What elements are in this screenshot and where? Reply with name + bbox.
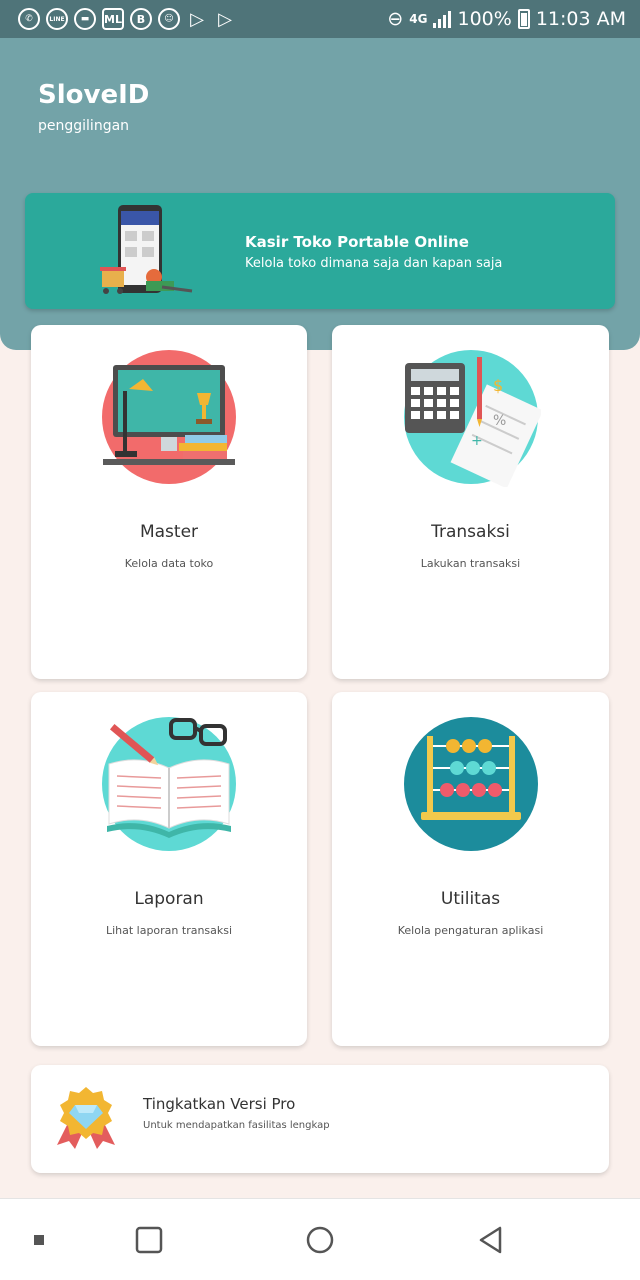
recents-icon[interactable] (134, 1225, 164, 1255)
book-report-icon (102, 717, 236, 851)
app-title: SloveID (38, 80, 150, 110)
promo-subtitle: Kelola toko dimana saja dan kapan saja (245, 256, 503, 271)
battery-icon (517, 9, 530, 29)
menu-card-laporan[interactable]: Laporan Lihat laporan transaksi (31, 692, 307, 1046)
menu-card-utilitas[interactable]: Utilitas Kelola pengaturan aplikasi (332, 692, 609, 1046)
card-description: Kelola pengaturan aplikasi (397, 924, 544, 937)
home-icon[interactable] (305, 1225, 335, 1255)
messages-icon: ▬ (74, 8, 96, 30)
clock: 11:03 AM (535, 8, 626, 30)
runner-icon: ☺ (158, 8, 180, 30)
promo-banner[interactable]: Kasir Toko Portable Online Kelola toko d… (25, 193, 615, 309)
pro-title: Tingkatkan Versi Pro (143, 1095, 296, 1113)
card-title: Master (139, 522, 199, 542)
navigation-bar (0, 1198, 640, 1280)
play-store-icon: ▷ (190, 8, 204, 30)
upgrade-pro-card[interactable]: Tingkatkan Versi Pro Untuk mendapatkan f… (31, 1065, 609, 1173)
battery-percent: 100% (457, 8, 512, 30)
dnd-icon: ⊖ (387, 8, 404, 30)
diamond-badge-icon (57, 1087, 115, 1149)
phone-shop-icon (100, 205, 193, 294)
card-description: Lihat laporan transaksi (105, 924, 233, 937)
menu-dot-icon[interactable] (24, 1225, 54, 1255)
network-type: 4G (409, 12, 428, 26)
whatsapp-icon: ✆ (18, 8, 40, 30)
pro-subtitle: Untuk mendapatkan fasilitas lengkap (143, 1120, 330, 1131)
signal-icon (433, 10, 452, 28)
card-description: Kelola data toko (124, 557, 214, 570)
card-title: Transaksi (431, 522, 510, 542)
svg-text:%: % (493, 413, 506, 429)
card-title: Laporan (134, 889, 204, 909)
card-title: Utilitas (440, 889, 501, 909)
line-icon: LINE (46, 8, 68, 30)
notification-icons: ✆ LINE ▬ ML B ☺ ▷ ▷ (18, 8, 236, 30)
store-name: penggilingan (38, 118, 130, 134)
svg-text:+: + (471, 433, 483, 449)
calculator-icon: $ % + (403, 350, 541, 487)
desk-computer-icon (102, 350, 236, 484)
system-status: ⊖ 4G 100% 11:03 AM (387, 8, 626, 30)
abacus-icon (403, 717, 538, 851)
back-icon[interactable] (476, 1225, 506, 1255)
status-bar: ✆ LINE ▬ ML B ☺ ▷ ▷ ⊖ 4G 100% 11:03 AM (0, 0, 640, 38)
ml-icon: ML (102, 8, 124, 30)
promo-title: Kasir Toko Portable Online (245, 233, 469, 251)
b-icon: B (130, 8, 152, 30)
menu-card-transaksi[interactable]: $ % + Transaksi Lakukan transaksi (332, 325, 609, 679)
card-description: Lakukan transaksi (420, 557, 521, 570)
menu-card-master[interactable]: Master Kelola data toko (31, 325, 307, 679)
play-store-icon: ▷ (218, 8, 232, 30)
svg-text:$: $ (493, 376, 503, 395)
